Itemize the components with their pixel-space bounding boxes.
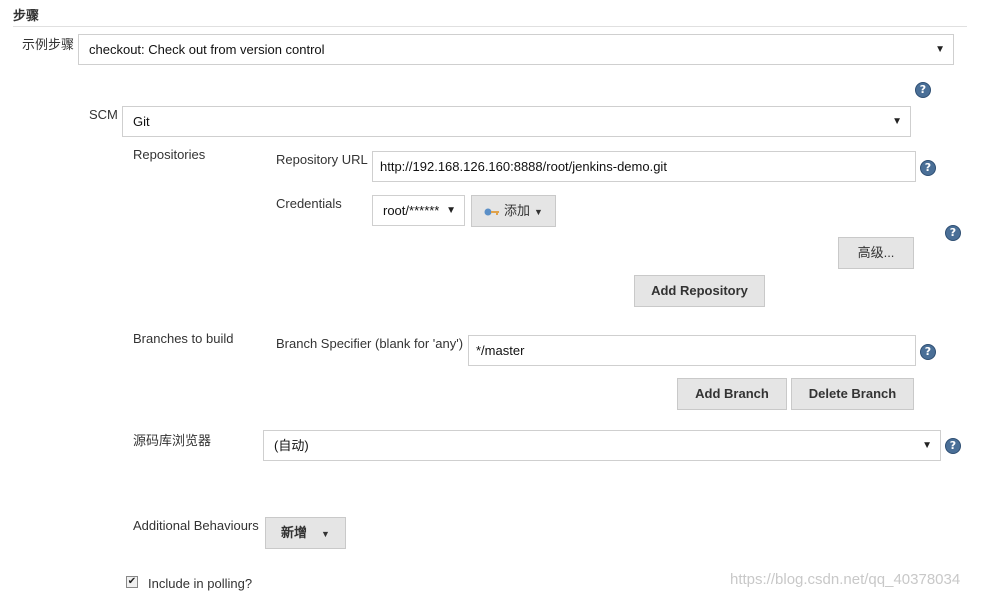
chevron-down-icon: ▼	[446, 205, 456, 216]
chevron-down-icon: ▼	[321, 529, 330, 539]
section-divider	[13, 26, 967, 27]
chevron-down-icon: ▼	[935, 44, 945, 55]
help-icon[interactable]: ?	[920, 344, 936, 360]
scm-value: Git	[133, 114, 150, 129]
delete-branch-button[interactable]: Delete Branch	[791, 378, 914, 410]
scm-label: SCM	[89, 107, 118, 122]
add-credentials-button[interactable]: 添加 ▼	[471, 195, 556, 227]
help-icon[interactable]: ?	[920, 160, 936, 176]
credentials-label: Credentials	[276, 196, 342, 211]
add-behaviour-button[interactable]: 新增 ▼	[265, 517, 346, 549]
add-repository-button[interactable]: Add Repository	[634, 275, 765, 307]
credentials-value: root/******	[383, 203, 440, 218]
key-icon	[484, 208, 500, 216]
repository-url-label: Repository URL	[276, 152, 368, 167]
sample-step-label: 示例步骤	[22, 37, 75, 52]
add-credentials-label: 添加	[504, 203, 531, 218]
polling-checkbox[interactable]: ✔	[126, 576, 138, 588]
check-icon: ✔	[127, 576, 137, 587]
advanced-button[interactable]: 高级...	[838, 237, 914, 269]
repositories-label: Repositories	[133, 147, 206, 162]
scm-select[interactable]: Git ▼	[122, 106, 911, 137]
repo-browser-value: (自动)	[274, 438, 309, 453]
add-behaviour-label: 新增	[281, 525, 308, 540]
add-branch-button[interactable]: Add Branch	[677, 378, 787, 410]
watermark: https://blog.csdn.net/qq_40378034	[730, 571, 961, 588]
chevron-down-icon: ▼	[922, 440, 932, 451]
polling-label: Include in polling?	[148, 576, 253, 591]
branch-specifier-input[interactable]: */master	[468, 335, 916, 366]
sample-step-select[interactable]: checkout: Check out from version control…	[78, 34, 954, 65]
behaviours-label: Additional Behaviours	[133, 518, 259, 533]
credentials-select[interactable]: root/****** ▼	[372, 195, 465, 226]
chevron-down-icon: ▼	[534, 207, 543, 217]
repo-browser-label: 源码库浏览器	[133, 433, 212, 448]
help-icon[interactable]: ?	[945, 225, 961, 241]
help-icon[interactable]: ?	[945, 438, 961, 454]
chevron-down-icon: ▼	[892, 116, 902, 127]
section-title: 步骤	[13, 8, 40, 23]
branch-specifier-label: Branch Specifier (blank for 'any')	[276, 336, 464, 351]
repo-browser-select[interactable]: (自动) ▼	[263, 430, 941, 461]
help-icon[interactable]: ?	[915, 82, 931, 98]
repository-url-input[interactable]: http://192.168.126.160:8888/root/jenkins…	[372, 151, 916, 182]
branches-label: Branches to build	[133, 331, 234, 346]
sample-step-value: checkout: Check out from version control	[89, 42, 325, 57]
